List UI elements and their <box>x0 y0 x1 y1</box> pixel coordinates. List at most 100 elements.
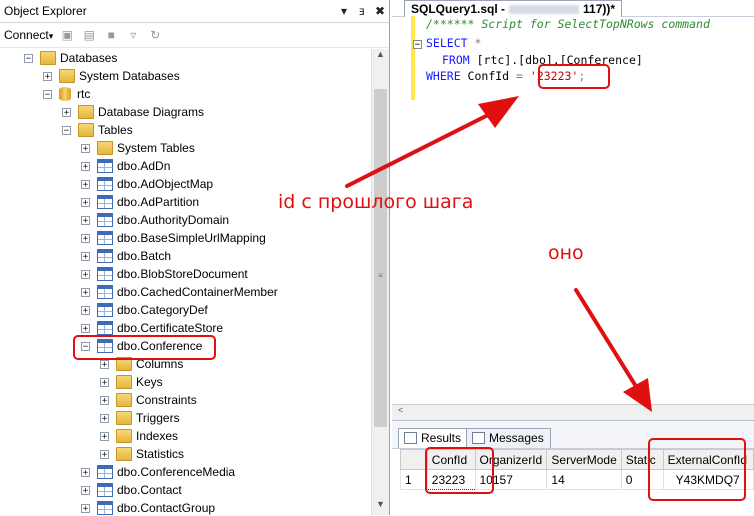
tree-node[interactable]: + Indexes <box>100 427 178 445</box>
tree-node[interactable]: + Database Diagrams <box>62 103 204 121</box>
table-icon <box>97 159 113 173</box>
table-icon <box>97 177 113 191</box>
tree-node[interactable]: + dbo.CachedContainerMember <box>81 283 278 301</box>
expand-icon[interactable]: + <box>81 485 90 495</box>
tree-node[interactable]: + dbo.CategoryDef <box>81 301 208 319</box>
expand-icon[interactable]: + <box>100 359 109 369</box>
messages-icon <box>472 432 485 444</box>
tree-node[interactable]: + dbo.BlobStoreDocument <box>81 265 248 283</box>
cell-servermode[interactable]: 14 <box>546 469 622 490</box>
tree-node-label: Databases <box>60 51 118 65</box>
tree-node[interactable]: + dbo.AuthorityDomain <box>81 211 229 229</box>
grip-icon: ≡ <box>378 271 383 280</box>
tree-node[interactable]: + dbo.Batch <box>81 247 171 265</box>
tree-node[interactable]: − rtc <box>43 85 90 103</box>
expand-icon[interactable]: + <box>81 215 90 225</box>
disconnect-icon[interactable]: ▤ <box>81 27 97 43</box>
expand-icon[interactable]: + <box>100 449 109 459</box>
window-position-dropdown-icon[interactable]: ▾ <box>335 4 353 18</box>
tree-node[interactable]: + System Tables <box>81 139 195 157</box>
tab-results[interactable]: Results <box>398 428 469 448</box>
tree-node[interactable]: + Statistics <box>100 445 184 463</box>
expand-icon[interactable]: + <box>81 269 90 279</box>
tree-node[interactable]: − Tables <box>62 121 133 139</box>
expand-icon[interactable]: + <box>81 251 90 261</box>
scroll-up-icon[interactable]: ▲ <box>372 49 389 65</box>
tree-node[interactable]: − Databases <box>24 49 117 67</box>
object-explorer-scrollbar[interactable]: ▲ ≡ ▼ <box>371 49 389 515</box>
scroll-left-icon[interactable]: < <box>392 405 403 415</box>
tab-results-label: Results <box>421 431 462 445</box>
tree-node[interactable]: + Triggers <box>100 409 180 427</box>
scrollbar-thumb[interactable] <box>374 89 387 427</box>
expand-icon[interactable]: + <box>81 305 90 315</box>
chevron-down-icon: ▾ <box>48 31 54 41</box>
object-explorer-titlebar: Object Explorer ▾ ⱻ ✖ <box>0 0 389 23</box>
tree-node[interactable]: + Keys <box>100 373 163 391</box>
expand-icon[interactable]: + <box>81 233 90 243</box>
tree-node-label: dbo.BaseSimpleUrlMapping <box>117 231 266 245</box>
tree-node-label: Statistics <box>136 447 185 461</box>
expand-icon[interactable]: + <box>43 71 52 81</box>
row-number[interactable]: 1 <box>400 469 428 490</box>
code-line-comment: /****** Script for SelectTopNRows comman… <box>426 16 710 33</box>
tab-messages[interactable]: Messages <box>466 428 551 448</box>
tree-node-label: dbo.AuthorityDomain <box>117 213 230 227</box>
expand-icon[interactable]: + <box>81 467 90 477</box>
code-line-select: SELECT * <box>426 35 481 52</box>
tree-node-label: rtc <box>77 87 91 101</box>
collapse-icon[interactable]: − <box>62 125 71 135</box>
table-icon <box>97 231 113 245</box>
table-icon <box>97 195 113 209</box>
connect-object-explorer-icon[interactable]: ▣ <box>59 27 75 43</box>
filter-icon[interactable]: ▿ <box>125 27 141 43</box>
expand-icon[interactable]: + <box>81 143 90 153</box>
connect-button[interactable]: Connect▾ <box>4 28 53 42</box>
tree-node[interactable]: + dbo.AdPartition <box>81 193 199 211</box>
expand-icon[interactable]: + <box>81 161 90 171</box>
tree-node[interactable]: + dbo.ContactGroup <box>81 499 215 515</box>
tree-node[interactable]: + dbo.BaseSimpleUrlMapping <box>81 229 266 247</box>
stop-icon[interactable]: ■ <box>103 27 119 43</box>
tree-node[interactable]: + dbo.Contact <box>81 481 182 499</box>
pin-icon[interactable]: ⱻ <box>353 4 371 18</box>
expand-icon[interactable]: + <box>81 287 90 297</box>
tree-node[interactable]: + dbo.AdObjectMap <box>81 175 213 193</box>
tree-node-label: dbo.Contact <box>117 483 182 497</box>
collapse-icon[interactable]: − <box>43 89 52 99</box>
expand-icon[interactable]: + <box>100 395 109 405</box>
tab-sqlquery1[interactable]: SQLQuery1.sql - 117))* <box>404 0 623 17</box>
folder-icon <box>78 123 94 137</box>
collapse-icon[interactable]: − <box>24 53 33 63</box>
expand-icon[interactable]: + <box>81 179 90 189</box>
expand-icon[interactable]: + <box>81 197 90 207</box>
expand-icon[interactable]: + <box>100 431 109 441</box>
highlight-confid-column <box>425 447 494 494</box>
expand-icon[interactable]: + <box>81 503 90 513</box>
tree-node[interactable]: + dbo.ConferenceMedia <box>81 463 235 481</box>
folder-icon <box>40 51 56 65</box>
expand-icon[interactable]: + <box>81 323 90 333</box>
editor-horizontal-scrollbar[interactable]: < <box>392 404 754 421</box>
folder-icon <box>116 447 132 461</box>
tree-node[interactable]: + System Databases <box>43 67 180 85</box>
expand-icon[interactable]: + <box>100 377 109 387</box>
tree-node-label: dbo.Batch <box>117 249 172 263</box>
tree-node[interactable]: + Constraints <box>100 391 197 409</box>
close-icon[interactable]: ✖ <box>371 4 389 18</box>
tree-node-label: dbo.ConferenceMedia <box>117 465 236 479</box>
database-icon <box>59 87 71 101</box>
expand-icon[interactable]: + <box>100 413 109 423</box>
tree-node[interactable]: + dbo.AdDn <box>81 157 170 175</box>
editor-tabbar: SQLQuery1.sql - 117))* <box>392 0 754 17</box>
refresh-icon[interactable]: ↻ <box>147 27 163 43</box>
where-column: ConfId <box>460 69 517 83</box>
keyword-where: WHERE <box>426 69 461 83</box>
highlight-where-value <box>538 64 610 89</box>
column-header[interactable]: ServerMode <box>546 449 622 470</box>
table-icon <box>97 465 113 479</box>
expand-icon[interactable]: + <box>62 107 71 117</box>
folder-icon <box>97 141 113 155</box>
scroll-down-icon[interactable]: ▼ <box>372 499 389 515</box>
table-icon <box>97 501 113 515</box>
